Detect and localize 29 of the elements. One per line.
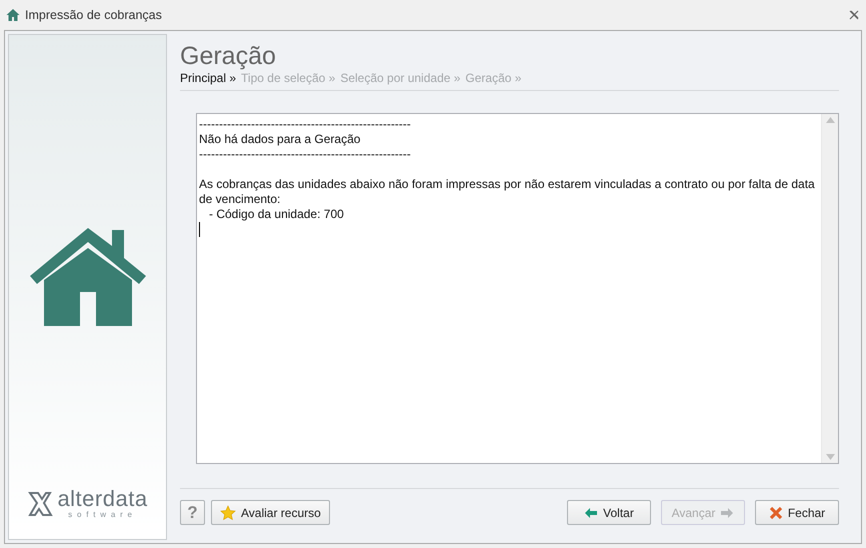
output-line: ----------------------------------------------------- [199,117,412,132]
window-title: Impressão de cobranças [25,8,162,22]
output-line: Não há dados para a Geração [199,132,362,147]
back-button[interactable]: Voltar [567,500,651,525]
text-cursor [199,222,200,237]
close-icon[interactable] [848,9,860,21]
arrow-right-icon [720,506,734,520]
output-text-area[interactable] [196,113,839,464]
home-icon [6,8,20,22]
star-icon [220,504,236,520]
scroll-up-icon[interactable] [826,117,834,123]
breadcrumb-item[interactable]: Geração » [465,71,522,85]
breadcrumb-item[interactable]: Seleção por unidade » [340,71,460,85]
logo-name: alterdata [57,488,148,510]
output-line: As cobranças das unidades abaixo não foram impressas por não estarem vinculadas a contrato ou por falta de data de vencimento: [199,177,816,207]
logo-tagline: software [67,510,138,519]
breadcrumb-item[interactable]: Tipo de seleção » [241,71,336,85]
help-button[interactable]: ? [180,500,205,525]
arrow-left-icon [584,506,598,520]
scrollbar[interactable] [821,114,838,463]
close-button[interactable]: Fechar [755,500,839,525]
page-title: Geração [180,41,277,71]
breadcrumb-item[interactable]: Principal » [180,71,236,85]
output-line: ----------------------------------------------------- [199,147,412,162]
rate-button[interactable]: Avaliar recurso [211,500,330,525]
logo-icon [27,490,54,518]
output-line: - Código da unidade: 700 [208,207,345,222]
close-icon [768,506,783,520]
scroll-down-icon[interactable] [826,454,834,460]
